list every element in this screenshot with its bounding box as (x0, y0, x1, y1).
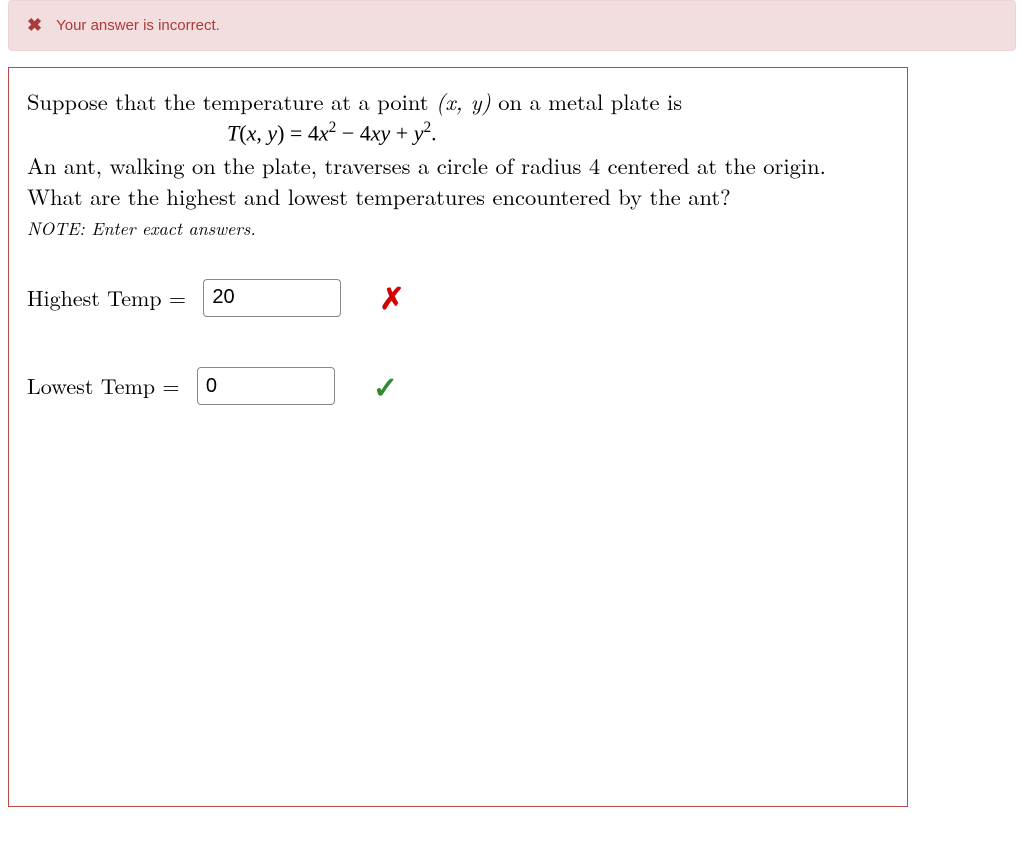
formula-part: , (256, 121, 267, 146)
formula-x2: x (319, 121, 329, 146)
formula-xy: y (381, 121, 391, 146)
formula-T: T (227, 121, 239, 146)
formula-y2: y (414, 121, 424, 146)
incorrect-alert: ✖ Your answer is incorrect. (8, 0, 1016, 51)
formula: T(x, y) = 4x2 − 4xy + y2. (227, 118, 889, 148)
formula-part: ) = 4 (277, 121, 319, 146)
alert-message: Your answer is incorrect. (56, 17, 220, 34)
lowest-temp-label: Lowest Temp = (27, 371, 187, 401)
close-icon: ✖ (27, 15, 42, 36)
formula-x: x (247, 121, 257, 146)
lowest-temp-input[interactable] (197, 367, 335, 405)
text-part: on a metal plate is (491, 85, 682, 117)
text-line: An ant, walking on the plate, traverses … (27, 150, 889, 180)
lowest-temp-row: Lowest Temp = ✓ (27, 366, 889, 407)
text-line: What are the highest and lowest temperat… (27, 181, 889, 211)
highest-temp-label: Highest Temp = (27, 283, 193, 313)
highest-temp-row: Highest Temp = ✗ (27, 277, 889, 318)
formula-part: . (431, 121, 437, 146)
formula-y: y (267, 121, 277, 146)
question-text: Suppose that the temperature at a point … (27, 86, 889, 241)
note: NOTE: Enter exact answers. (27, 217, 889, 241)
formula-part: ( (239, 121, 246, 146)
formula-part: + (390, 121, 413, 146)
check-mark-icon: ✓ (373, 366, 398, 407)
text-part: Suppose that the temperature at a point (27, 85, 436, 117)
x-mark-icon: ✗ (379, 277, 404, 318)
question-panel: Suppose that the temperature at a point … (8, 67, 908, 807)
formula-xy: x (371, 121, 381, 146)
highest-temp-input[interactable] (203, 279, 341, 317)
formula-part: − 4 (336, 121, 370, 146)
